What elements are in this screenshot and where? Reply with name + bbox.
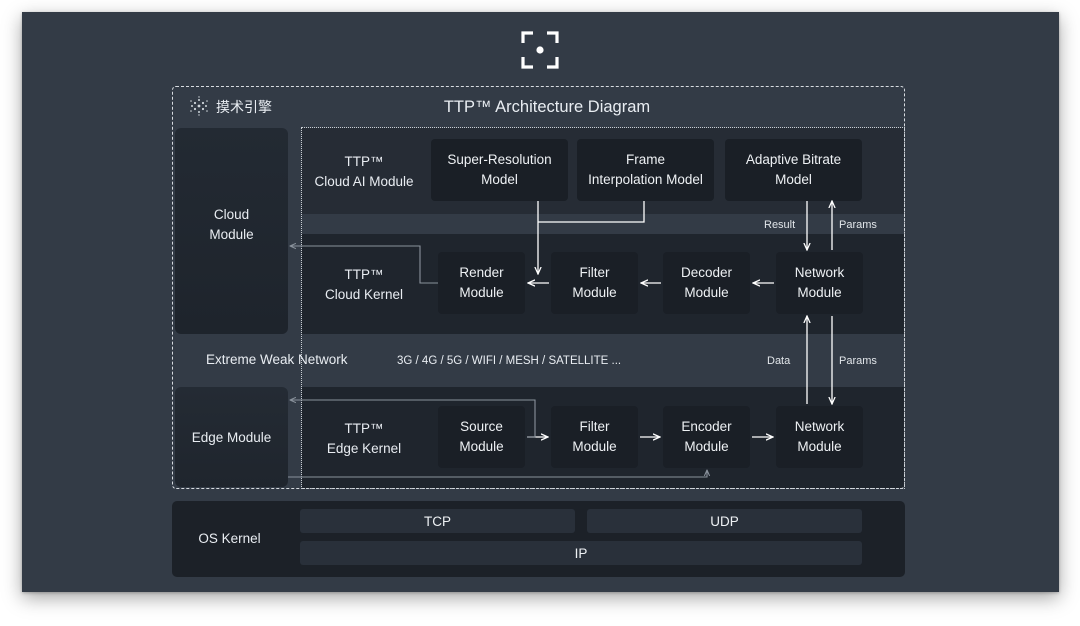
os-kernel-label: OS Kernel <box>198 531 261 546</box>
extreme-weak-network-label: Extreme Weak Network <box>206 352 348 367</box>
super-resolution-model-box: Super-Resolution Model <box>431 139 568 201</box>
params-top-label: Params <box>839 219 877 231</box>
edge-module-label: Edge Module <box>191 430 272 445</box>
edge-kernel-label: TTP™ Edge Kernel <box>326 421 402 456</box>
cloud-network-module-box: Network Module <box>776 252 863 314</box>
render-module-box: Render Module <box>438 252 525 314</box>
params-mid-label: Params <box>839 355 877 367</box>
adaptive-bitrate-model-box: Adaptive Bitrate Model <box>725 139 862 201</box>
diagram-title: TTP™ Architecture Diagram <box>443 98 651 116</box>
frame-interpolation-model-box: Frame Interpolation Model <box>577 139 714 201</box>
edge-filter-module-box: Filter Module <box>551 406 638 468</box>
logo-text: 摸术引擎 <box>216 99 272 115</box>
ip-bar: IP <box>300 541 862 565</box>
cloud-filter-module-box: Filter Module <box>551 252 638 314</box>
result-label: Result <box>764 219 796 231</box>
data-label: Data <box>767 355 791 367</box>
encoder-module-box: Encoder Module <box>663 406 750 468</box>
globe-logo-icon <box>190 96 208 116</box>
tcp-bar: TCP <box>300 509 575 533</box>
udp-bar: UDP <box>587 509 862 533</box>
cloud-ai-module-label: TTP™ Cloud AI Module <box>314 154 414 189</box>
diagram-frame: 摸术引擎 TTP™ Architecture Diagram Cloud Mod… <box>22 12 1059 592</box>
edge-network-module-box: Network Module <box>776 406 863 468</box>
network-types-label: 3G / 4G / 5G / WIFI / MESH / SATELLITE .… <box>397 355 622 367</box>
cloud-module-label: Cloud Module <box>209 207 254 242</box>
source-module-box: Source Module <box>438 406 525 468</box>
cloud-kernel-label: TTP™ Cloud Kernel <box>324 267 404 302</box>
decoder-module-box: Decoder Module <box>663 252 750 314</box>
focus-target-icon <box>521 31 559 69</box>
